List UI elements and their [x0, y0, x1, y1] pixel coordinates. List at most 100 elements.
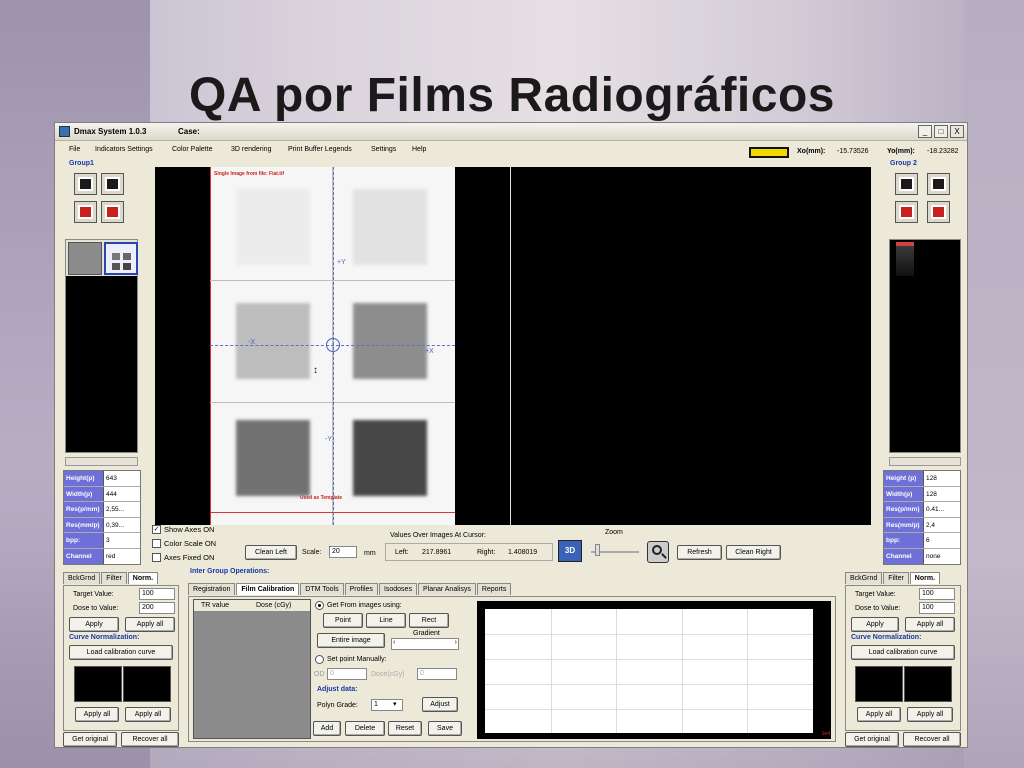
- menu-print-buffer-legends[interactable]: Print Buffer Legends: [288, 146, 352, 153]
- rect-button[interactable]: Rect: [409, 613, 449, 628]
- recover-all-button[interactable]: Recover all: [121, 732, 179, 747]
- prop-key: Res(p/mm): [884, 502, 924, 517]
- clean-right-button[interactable]: Clean Right: [726, 545, 781, 560]
- tab-bckgrnd[interactable]: BckGrnd: [845, 572, 883, 584]
- zoom-slider[interactable]: [591, 539, 639, 561]
- load-calibration-curve-button[interactable]: Load calibration curve: [851, 645, 955, 660]
- refresh-button[interactable]: Refresh: [677, 545, 722, 560]
- open-series-icon[interactable]: [101, 173, 124, 195]
- tab-filter[interactable]: Filter: [101, 572, 127, 584]
- maximize-button[interactable]: □: [934, 125, 948, 138]
- delete-all-icon[interactable]: [927, 201, 950, 223]
- tab-film-calibration[interactable]: Film Calibration: [236, 583, 300, 595]
- delete-all-icon[interactable]: [101, 201, 124, 223]
- close-button[interactable]: X: [950, 125, 964, 138]
- group2-scrollbar[interactable]: [889, 457, 961, 466]
- dose-header: Dose (cGy): [256, 602, 292, 609]
- tab-registration[interactable]: Registration: [188, 583, 236, 595]
- gradient-label: Gradient: [413, 630, 440, 637]
- menu-file[interactable]: File: [69, 146, 80, 153]
- apply-all-button[interactable]: Apply all: [125, 617, 175, 632]
- adjust-data-label: Adjust data:: [317, 686, 358, 693]
- tab-isodoses[interactable]: Isodoses: [378, 583, 417, 595]
- clean-left-button[interactable]: Clean Left: [245, 545, 297, 560]
- thumbnail-1[interactable]: [68, 242, 102, 275]
- recover-all-button[interactable]: Recover all: [903, 732, 961, 747]
- yo-value: -18.23282: [927, 148, 959, 155]
- title-bar[interactable]: Dmax System 1.0.3 Case: _ □ X: [55, 123, 967, 141]
- dose-input[interactable]: 0: [417, 668, 457, 680]
- group1-scrollbar[interactable]: [65, 457, 138, 466]
- curve-preview-2: [904, 666, 952, 702]
- menu-indicators-settings[interactable]: Indicators Settings: [95, 146, 153, 153]
- get-from-images-radio[interactable]: Get From images using:: [315, 601, 402, 610]
- adjust-button[interactable]: Adjust: [422, 697, 458, 712]
- open-image-icon[interactable]: [895, 173, 918, 195]
- dose-to-value-input[interactable]: 100: [919, 602, 955, 614]
- entire-image-button[interactable]: Entire image: [317, 633, 385, 648]
- calibration-plot[interactable]: 1e4: [477, 601, 831, 739]
- minimize-button[interactable]: _: [918, 125, 932, 138]
- delete-image-icon[interactable]: [895, 201, 918, 223]
- image-viewer[interactable]: Single Image from file: Fiat.tif Used as…: [155, 167, 871, 525]
- gradient-slider[interactable]: ‹ ›: [391, 638, 459, 650]
- zoom-magnifier-icon[interactable]: [647, 541, 669, 563]
- chevron-down-icon[interactable]: ▾: [393, 700, 397, 708]
- menu-color-palette[interactable]: Color Palette: [172, 146, 212, 153]
- open-image-icon[interactable]: [74, 173, 97, 195]
- target-value-input[interactable]: 100: [919, 588, 955, 600]
- tab-bckgrnd[interactable]: BckGrnd: [63, 572, 101, 584]
- thumbnail-1[interactable]: [896, 242, 914, 276]
- menu-help[interactable]: Help: [412, 146, 426, 153]
- apply-all-button[interactable]: Apply all: [905, 617, 955, 632]
- open-series-icon[interactable]: [927, 173, 950, 195]
- slide-title: QA por Films Radiográficos: [189, 69, 835, 122]
- color-scale-checkbox[interactable]: Color Scale ON: [152, 539, 216, 548]
- reset-button[interactable]: Reset: [388, 721, 422, 736]
- polyn-grade-select[interactable]: 1: [371, 699, 403, 711]
- menu-3d-rendering[interactable]: 3D rendering: [231, 146, 271, 153]
- apply-all-button[interactable]: Apply all: [857, 707, 901, 722]
- crosshair-icon[interactable]: [326, 338, 340, 352]
- target-value-label: Target Value:: [855, 591, 896, 598]
- slider-left-arrow-icon[interactable]: ‹: [393, 639, 395, 646]
- slider-right-arrow-icon[interactable]: ›: [455, 639, 457, 646]
- apply-all-button[interactable]: Apply all: [75, 707, 119, 722]
- menu-settings[interactable]: Settings: [371, 146, 396, 153]
- get-original-button[interactable]: Get original: [845, 732, 899, 747]
- scale-label: Scale:: [302, 549, 322, 556]
- point-button[interactable]: Point: [323, 613, 363, 628]
- set-point-manually-radio[interactable]: Set point Manually:: [315, 655, 387, 664]
- add-button[interactable]: Add: [313, 721, 341, 736]
- get-original-button[interactable]: Get original: [63, 732, 117, 747]
- render-3d-button[interactable]: 3D: [558, 540, 582, 562]
- tab-filter[interactable]: Filter: [883, 572, 909, 584]
- apply-button[interactable]: Apply: [851, 617, 899, 632]
- load-calibration-curve-button[interactable]: Load calibration curve: [69, 645, 173, 660]
- tab-norm[interactable]: Norm.: [909, 572, 941, 584]
- tab-reports[interactable]: Reports: [476, 583, 512, 595]
- film-image[interactable]: Single Image from file: Fiat.tif Used as…: [210, 167, 455, 525]
- dose-to-value-input[interactable]: 200: [139, 602, 175, 614]
- axes-fixed-checkbox[interactable]: Axes Fixed ON: [152, 553, 214, 562]
- apply-all-button[interactable]: Apply all: [125, 707, 171, 722]
- thumbnail-2[interactable]: [104, 242, 138, 275]
- show-axes-checkbox[interactable]: ✓ Show Axes ON: [152, 525, 214, 534]
- right-image-viewer[interactable]: [510, 167, 871, 525]
- status-indicator: [749, 147, 789, 158]
- tab-planar-analisys[interactable]: Planar Analisys: [417, 583, 476, 595]
- apply-button[interactable]: Apply: [69, 617, 119, 632]
- target-value-input[interactable]: 100: [139, 588, 175, 600]
- calibration-table[interactable]: TR value Dose (cGy): [193, 599, 311, 739]
- yo-label: Yo(mm):: [887, 148, 915, 155]
- delete-button[interactable]: Delete: [345, 721, 385, 736]
- line-button[interactable]: Line: [366, 613, 406, 628]
- apply-all-button[interactable]: Apply all: [907, 707, 953, 722]
- tab-dtm-tools[interactable]: DTM Tools: [300, 583, 344, 595]
- od-input[interactable]: 0: [327, 668, 367, 680]
- tab-norm[interactable]: Norm.: [127, 572, 159, 584]
- tab-profiles[interactable]: Profiles: [344, 583, 378, 595]
- scale-input[interactable]: 20: [329, 546, 357, 558]
- delete-image-icon[interactable]: [74, 201, 97, 223]
- save-button[interactable]: Save: [428, 721, 462, 736]
